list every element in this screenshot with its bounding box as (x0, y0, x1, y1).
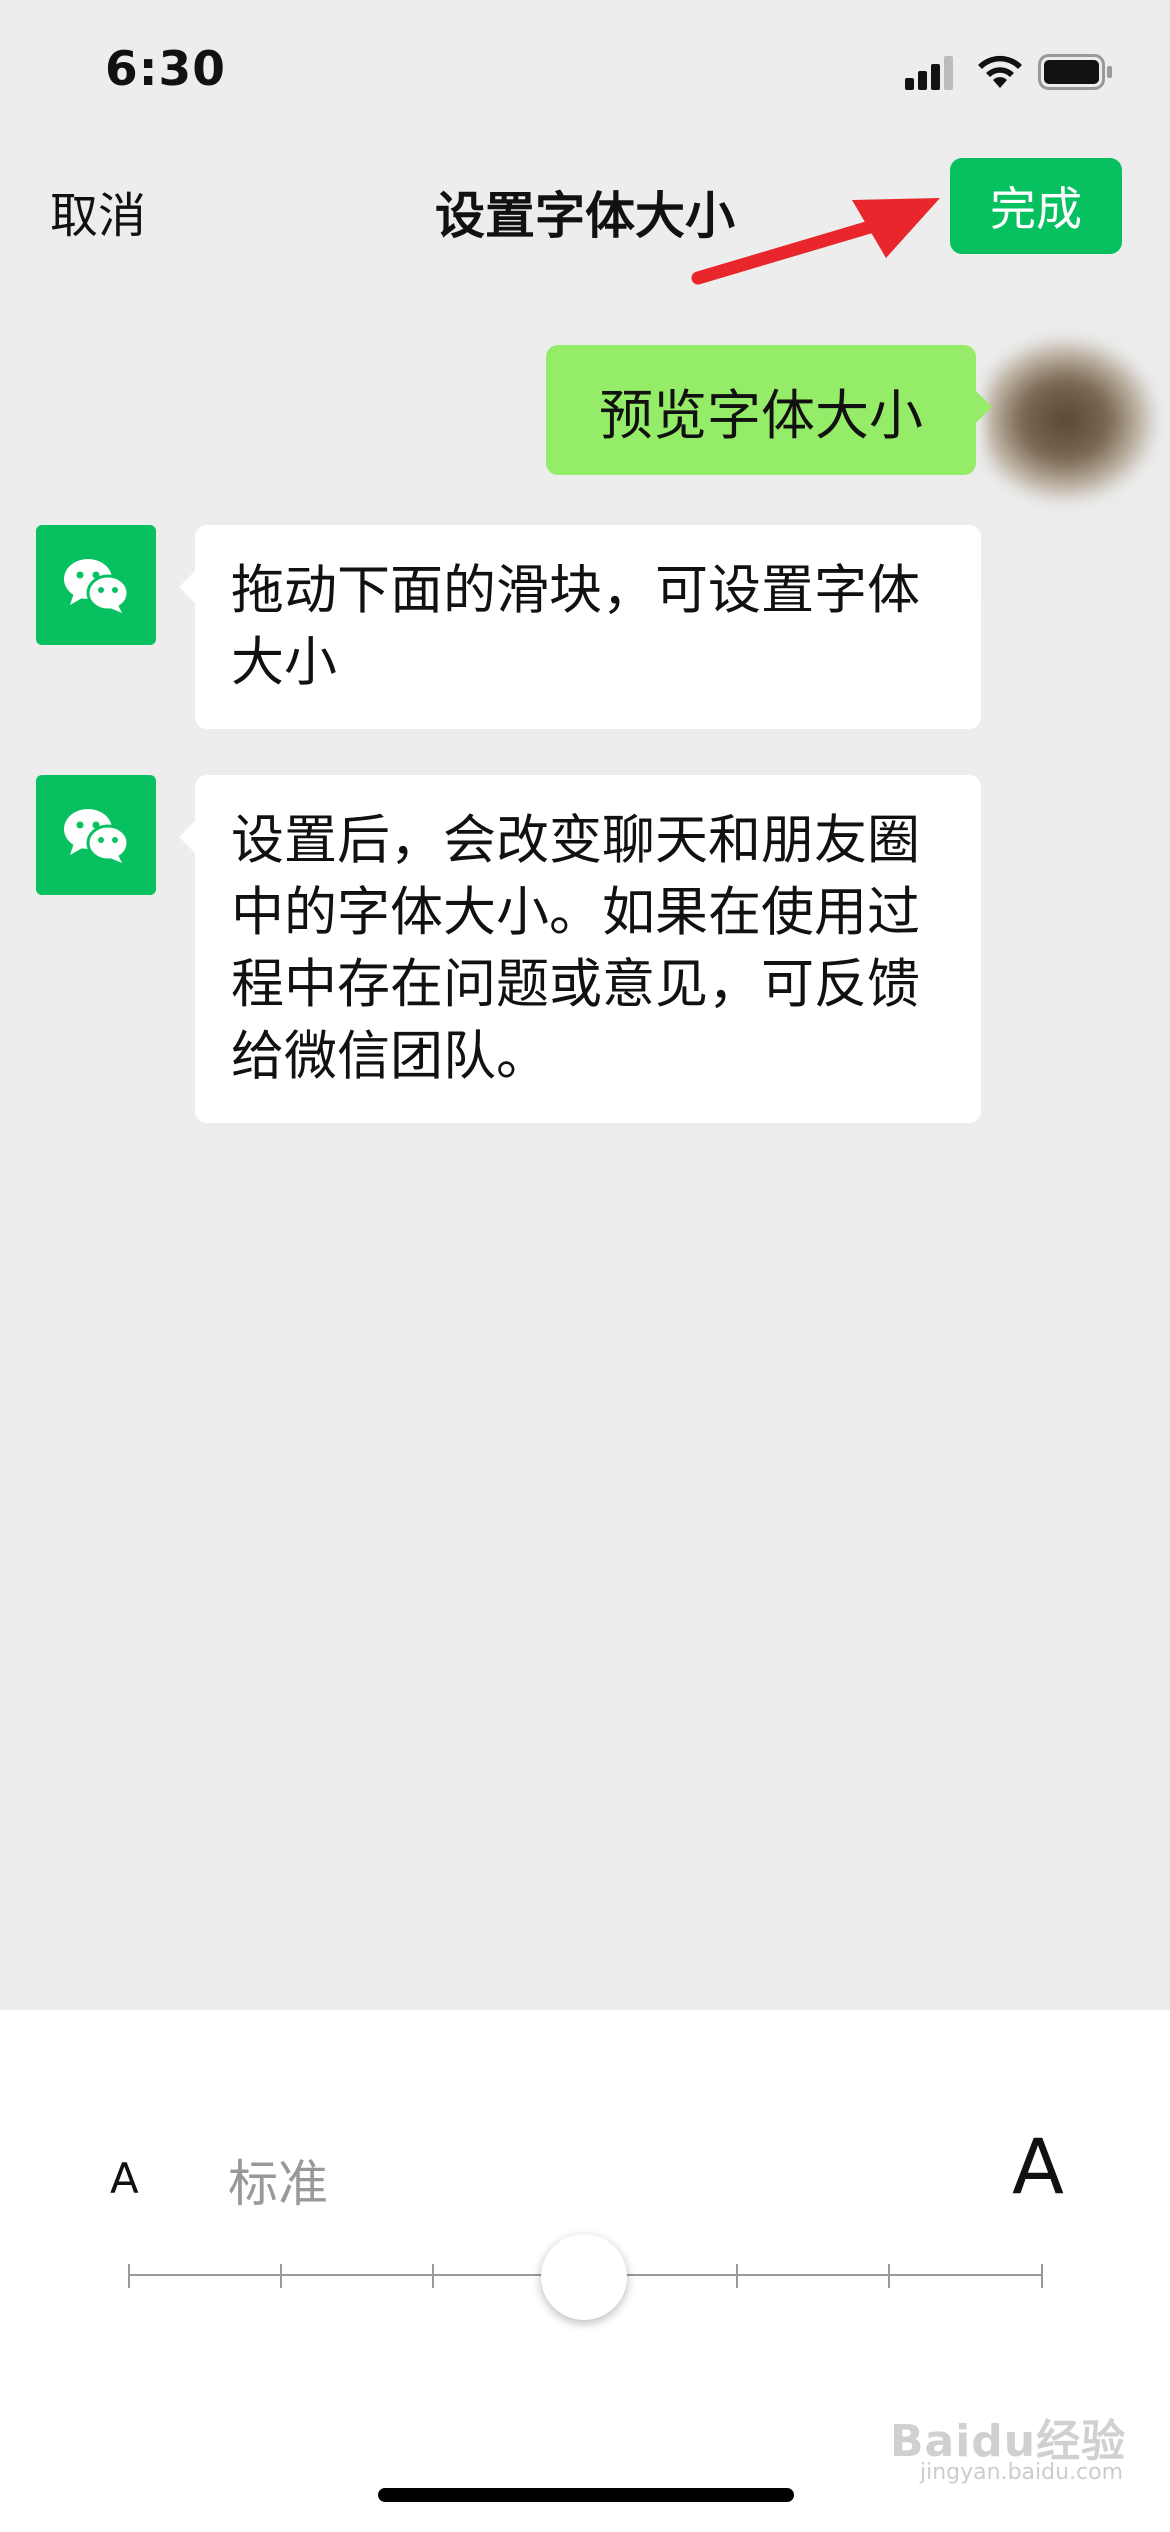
wechat-avatar (36, 525, 156, 645)
status-time: 6:30 (105, 42, 226, 97)
self-message-bubble: 预览字体大小 (546, 345, 992, 475)
battery-icon (1038, 54, 1112, 90)
slider-tick[interactable] (736, 2264, 738, 2288)
large-font-label: A (1012, 2122, 1064, 2211)
current-size-label: 标准 (228, 2155, 328, 2213)
wechat-avatar (36, 775, 156, 895)
slider-tick[interactable] (432, 2264, 434, 2288)
wechat-logo-icon (64, 559, 130, 613)
cellular-signal-icon (905, 56, 953, 90)
slider-tick[interactable] (280, 2264, 282, 2288)
slider-tick[interactable] (1041, 2264, 1043, 2288)
slider-tick[interactable] (888, 2264, 890, 2288)
wechat-logo-icon (64, 809, 130, 863)
wifi-icon (978, 55, 1022, 88)
small-font-label: A (110, 2154, 139, 2203)
home-indicator[interactable] (378, 2488, 794, 2502)
annotation-arrow-icon (691, 198, 940, 285)
font-size-slider-thumb[interactable] (541, 2234, 627, 2320)
message-bubble: 设置后，会改变聊天和朋友圈中的字体大小。如果在使用过程中存在问题或意见，可反馈给… (179, 775, 981, 1123)
slider-tick[interactable] (128, 2264, 130, 2288)
user-avatar (985, 290, 1170, 590)
message-bubble: 拖动下面的滑块，可设置字体大小 (179, 525, 981, 729)
status-bar: 6:30 (0, 0, 1170, 140)
done-button[interactable]: 完成 (950, 158, 1122, 254)
baidu-watermark-url: jingyan.baidu.com (920, 2460, 1124, 2485)
